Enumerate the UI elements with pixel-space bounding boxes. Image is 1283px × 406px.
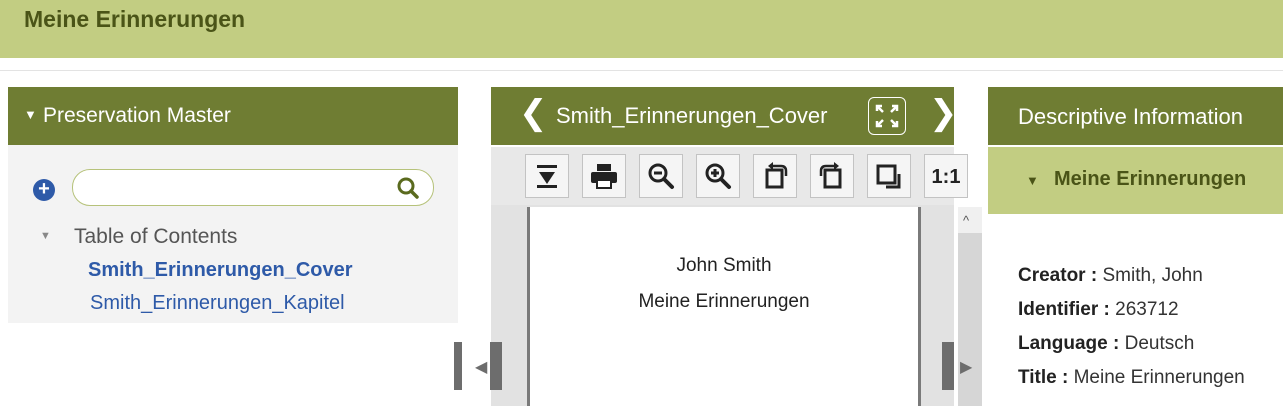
header-divider [0, 58, 1283, 71]
caret-down-icon[interactable]: ▼ [1026, 173, 1039, 188]
metadata-row-identifier: Identifier : 263712 [1018, 299, 1179, 321]
app-title: Meine Erinnerungen [24, 6, 246, 32]
search-icon[interactable] [396, 176, 420, 200]
collapse-left-icon[interactable]: ◀ [475, 357, 487, 377]
toc-container: + ▼ Table of Contents Smith_Erinnerungen… [8, 145, 458, 323]
viewer-left-splitter[interactable]: ◀ [475, 342, 502, 390]
zoom-in-icon [705, 163, 731, 189]
toc-item-kapitel[interactable]: Smith_Erinnerungen_Kapitel [90, 292, 345, 315]
metadata-value: Meine Erinnerungen [1073, 367, 1245, 388]
download-icon [537, 165, 557, 188]
collapse-right-icon[interactable]: ▶ [960, 357, 972, 377]
caret-down-icon[interactable]: ▼ [24, 107, 37, 122]
zoom-in-button[interactable] [696, 154, 740, 198]
metadata-value: Deutsch [1124, 333, 1195, 354]
toc-item-cover[interactable]: Smith_Erinnerungen_Cover [88, 259, 353, 282]
zoom-out-button[interactable] [639, 154, 683, 198]
actual-size-label: 1:1 [931, 166, 961, 188]
scroll-up-icon[interactable]: ^ [963, 213, 969, 228]
preservation-master-header[interactable]: ▼ Preservation Master [8, 87, 458, 145]
document-page[interactable]: John Smith Meine Erinnerungen [527, 207, 921, 406]
metadata-value: Smith, John [1102, 265, 1203, 286]
page-author: John Smith [676, 255, 772, 276]
viewer-header: ❮ Smith_Erinnerungen_Cover ❯ [491, 87, 958, 145]
metadata-label: Creator : [1018, 265, 1098, 286]
fit-icon [876, 164, 901, 189]
actual-size-button[interactable]: 1:1 [924, 154, 968, 198]
metadata-label: Identifier : [1018, 299, 1110, 320]
metadata-section-title: Meine Erinnerungen [1054, 168, 1247, 190]
panel-title: Preservation Master [43, 104, 231, 127]
fullscreen-button[interactable] [868, 97, 906, 135]
print-button[interactable] [582, 154, 626, 198]
fullscreen-icon [875, 104, 899, 128]
viewer-filename: Smith_Erinnerungen_Cover [556, 103, 828, 128]
search-field[interactable] [72, 169, 434, 206]
search-input[interactable] [87, 177, 381, 199]
metadata-value: 263712 [1115, 299, 1179, 320]
viewer-right-splitter[interactable]: ▶ [942, 342, 972, 390]
app-header: Meine Erinnerungen [0, 0, 1283, 58]
scroll-thumb[interactable] [958, 233, 982, 406]
download-button[interactable] [525, 154, 569, 198]
viewer-toolbar: 1:1 [491, 147, 968, 205]
prev-arrow-icon[interactable]: ❮ [519, 93, 548, 133]
metadata-row-creator: Creator : Smith, John [1018, 265, 1203, 287]
page-title: Meine Erinnerungen [638, 291, 810, 312]
descriptive-info-header: Descriptive Information [988, 87, 1283, 145]
toc-caret-icon[interactable]: ▼ [40, 230, 51, 242]
add-icon[interactable]: + [33, 179, 55, 201]
toc-label[interactable]: Table of Contents [74, 225, 237, 249]
metadata-label: Title : [1018, 367, 1069, 388]
fit-page-button[interactable] [867, 154, 911, 198]
metadata-section-header[interactable]: ▼ Meine Erinnerungen [988, 147, 1283, 214]
preservation-master-panel: ▼ Preservation Master + ▼ Table of Conte… [8, 87, 458, 406]
rotate-right-button[interactable] [810, 154, 854, 198]
descriptive-info-title: Descriptive Information [1018, 104, 1243, 129]
rotate-left-icon [765, 162, 788, 189]
left-panel-splitter[interactable] [454, 342, 462, 390]
metadata-row-language: Language : Deutsch [1018, 333, 1194, 355]
metadata-label: Language : [1018, 333, 1120, 354]
metadata-row-title: Title : Meine Erinnerungen [1018, 367, 1245, 389]
next-arrow-icon[interactable]: ❯ [929, 93, 958, 133]
print-icon [591, 164, 617, 189]
rotate-right-icon [819, 162, 842, 189]
zoom-out-icon [648, 163, 674, 189]
rotate-left-button[interactable] [753, 154, 797, 198]
